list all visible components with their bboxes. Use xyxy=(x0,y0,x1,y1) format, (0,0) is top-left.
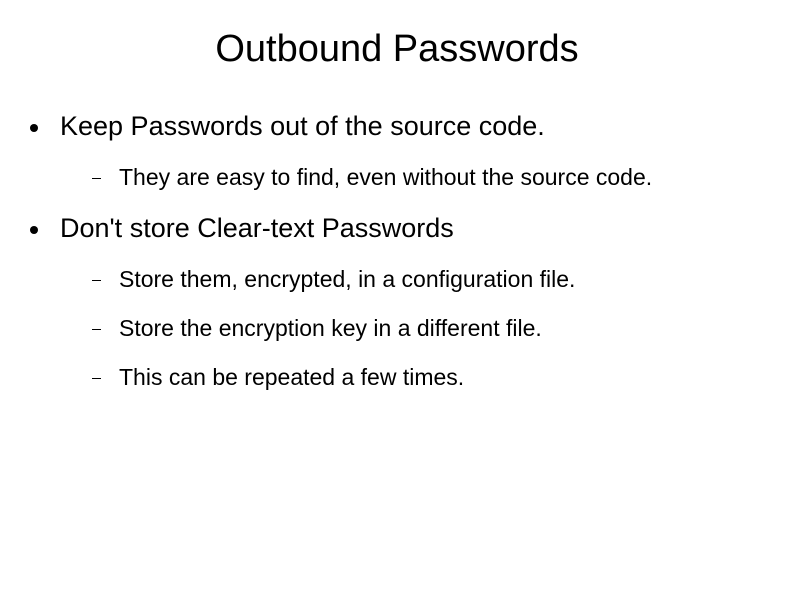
bullet-level2: This can be repeated a few times. xyxy=(92,364,764,391)
bullet-text: This can be repeated a few times. xyxy=(119,364,464,391)
disc-bullet-icon xyxy=(30,124,38,132)
bullet-level2: Store them, encrypted, in a configuratio… xyxy=(92,266,764,293)
dash-bullet-icon xyxy=(92,280,101,281)
bullet-text: Keep Passwords out of the source code. xyxy=(60,111,545,142)
bullet-text: They are easy to find, even without the … xyxy=(119,164,652,191)
bullet-level2: They are easy to find, even without the … xyxy=(92,164,764,191)
bullet-group-1: Keep Passwords out of the source code. T… xyxy=(30,111,764,191)
bullet-level1: Don't store Clear-text Passwords xyxy=(30,213,764,244)
bullet-text: Store the encryption key in a different … xyxy=(119,315,542,342)
dash-bullet-icon xyxy=(92,378,101,379)
bullet-group-2: Don't store Clear-text Passwords Store t… xyxy=(30,213,764,391)
bullet-text: Store them, encrypted, in a configuratio… xyxy=(119,266,575,293)
slide-content: Keep Passwords out of the source code. T… xyxy=(0,111,794,391)
disc-bullet-icon xyxy=(30,226,38,234)
dash-bullet-icon xyxy=(92,178,101,179)
bullet-level2: Store the encryption key in a different … xyxy=(92,315,764,342)
dash-bullet-icon xyxy=(92,329,101,330)
bullet-text: Don't store Clear-text Passwords xyxy=(60,213,454,244)
bullet-level1: Keep Passwords out of the source code. xyxy=(30,111,764,142)
slide-title: Outbound Passwords xyxy=(0,0,794,111)
